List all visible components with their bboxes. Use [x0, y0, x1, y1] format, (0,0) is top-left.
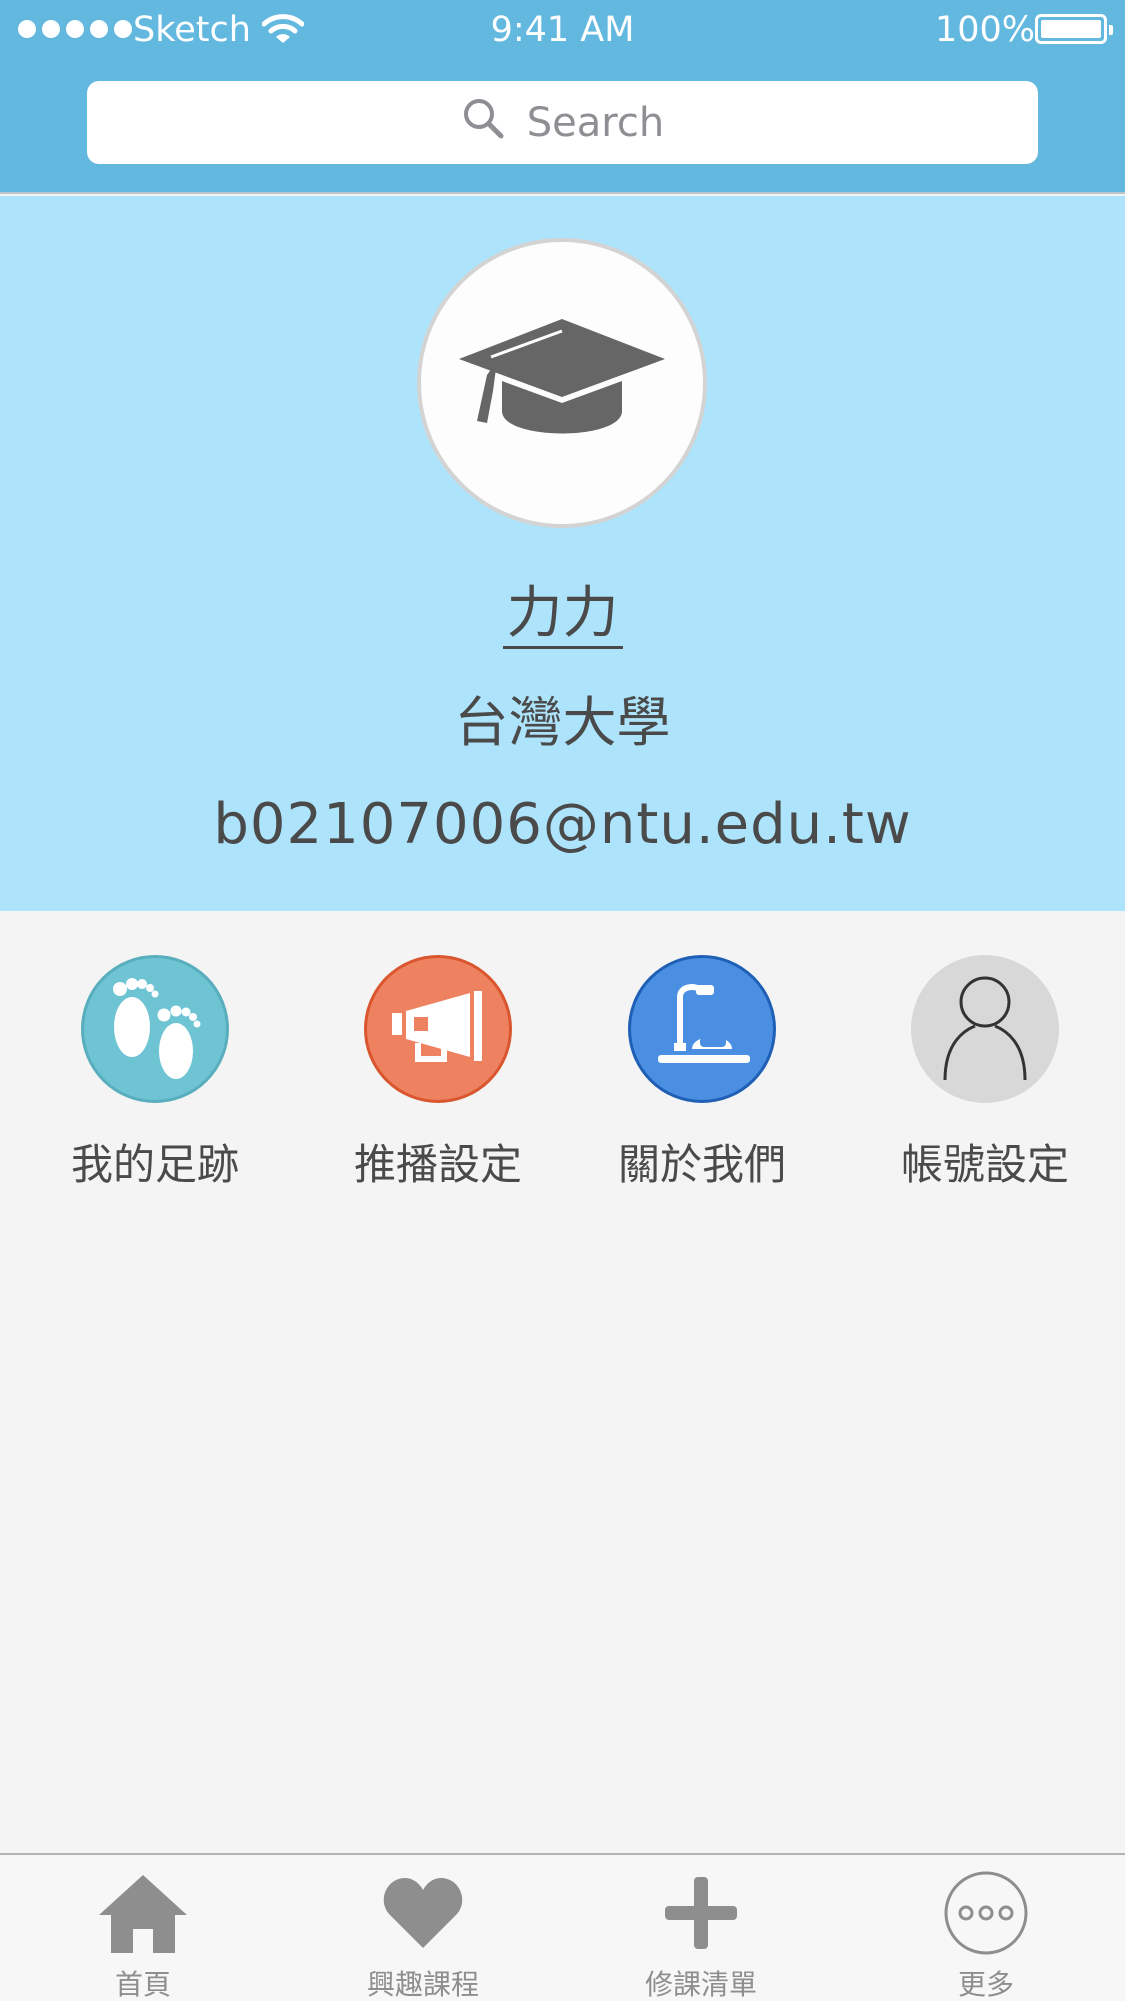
search-input[interactable]: Search — [87, 81, 1038, 164]
tab-course-list[interactable]: 修課清單 — [601, 1867, 801, 2001]
status-bar: Sketch 9:41 AM 100% — [0, 0, 1125, 64]
tab-more[interactable]: 更多 — [886, 1867, 1086, 2001]
user-email: b02107006@ntu.edu.tw — [213, 792, 912, 857]
tab-bar: 首頁 興趣課程 修課清單 更多 — [0, 1853, 1125, 2001]
footprint-button[interactable]: 我的足跡 — [55, 955, 255, 1195]
tab-interest-courses-label: 興趣課程 — [366, 1968, 479, 2001]
tab-interest-courses[interactable]: 興趣課程 — [323, 1867, 523, 2001]
desk-lamp-icon — [652, 977, 752, 1081]
about-us-label: 關於我們 — [617, 1140, 786, 1189]
tab-more-label: 更多 — [957, 1968, 1014, 2001]
tab-home-label: 首頁 — [114, 1968, 171, 2001]
more-icon — [942, 1867, 1030, 1959]
footprints-icon — [100, 967, 210, 1091]
profile-header: 力力 台灣大學 b02107006@ntu.edu.tw — [0, 196, 1125, 911]
avatar[interactable] — [417, 238, 707, 528]
push-settings-label: 推播設定 — [353, 1140, 522, 1189]
search-icon — [461, 96, 505, 150]
push-settings-button[interactable]: 推播設定 — [338, 955, 538, 1195]
battery-percentage: 100% — [935, 10, 1036, 50]
footprint-label: 我的足跡 — [70, 1140, 239, 1189]
top-bar: Sketch 9:41 AM 100% Search — [0, 0, 1125, 194]
account-settings-button[interactable]: 帳號設定 — [885, 955, 1085, 1195]
graduation-cap-icon — [457, 311, 667, 455]
heart-icon — [381, 1867, 465, 1959]
tab-course-list-label: 修課清單 — [644, 1968, 757, 2001]
about-us-button[interactable]: 關於我們 — [602, 955, 802, 1195]
plus-icon — [663, 1867, 739, 1959]
person-icon — [935, 972, 1035, 1086]
user-school: 台灣大學 — [454, 691, 671, 754]
megaphone-icon — [388, 987, 488, 1071]
search-placeholder: Search — [526, 99, 665, 146]
user-name[interactable]: 力力 — [0, 568, 1125, 649]
account-settings-label: 帳號設定 — [900, 1140, 1069, 1189]
home-icon — [95, 1867, 191, 1959]
battery-icon — [1035, 14, 1113, 44]
tab-home[interactable]: 首頁 — [43, 1867, 243, 2001]
